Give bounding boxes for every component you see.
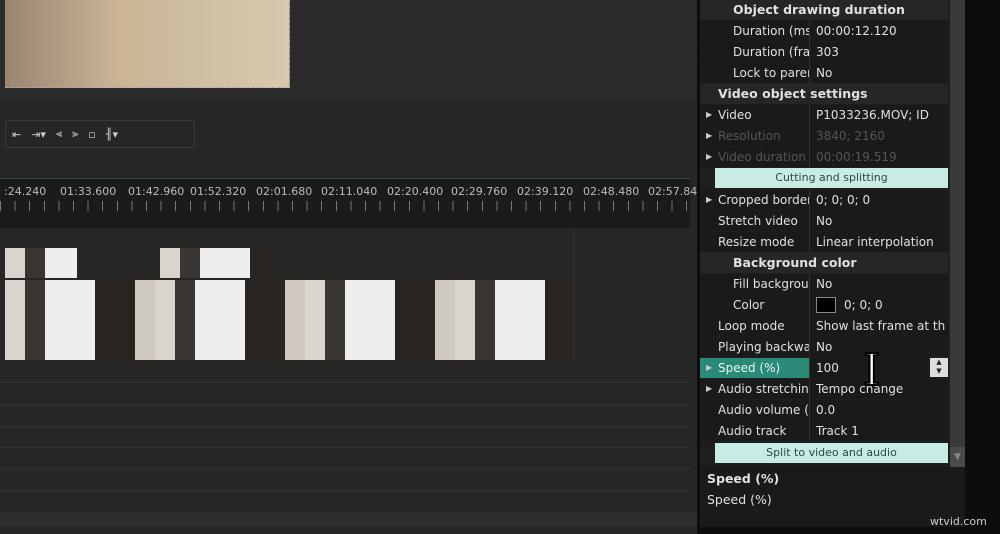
video-clip[interactable] <box>5 280 573 360</box>
cutting-splitting-button[interactable]: Cutting and splitting <box>715 168 948 188</box>
prop-video-duration: ▶ Video duration 00:00:19.519 <box>700 146 948 167</box>
timeline-area: ⇤ ⇥▾ ⫷ ⫸ ▫ ╢▾ :24.240 01:33.600 01:42.96… <box>0 0 697 534</box>
prop-video[interactable]: ▶ Video P1033236.MOV; ID <box>700 104 948 125</box>
horizontal-scrollbar[interactable] <box>0 512 697 526</box>
text-cursor-icon: I <box>862 344 881 397</box>
prop-lock-parent[interactable]: Lock to parent cNo <box>700 62 948 83</box>
property-help: Speed (%) Speed (%) <box>700 467 965 527</box>
prop-audio-track[interactable]: Audio track Track 1 <box>700 420 948 441</box>
clip[interactable] <box>5 248 77 278</box>
prop-audio-volume[interactable]: Audio volume (dB)0.0 <box>700 399 948 420</box>
color-swatch[interactable] <box>816 297 836 313</box>
prop-resize-mode[interactable]: Resize mode Linear interpolation <box>700 231 948 252</box>
panel-scrollbar[interactable]: ▼ <box>950 0 965 467</box>
tick-label: 02:39.120 <box>517 185 574 198</box>
prop-playing-backwards[interactable]: Playing backwardsNo <box>700 336 948 357</box>
prop-color[interactable]: Color 0; 0; 0 <box>700 294 948 315</box>
go-start-icon[interactable]: ⇤ <box>12 128 21 141</box>
section-object-drawing-duration[interactable]: Object drawing duration <box>700 0 948 20</box>
align-left-icon[interactable]: ⫷ <box>56 127 62 141</box>
watermark: wtvid.com <box>930 515 987 528</box>
split-video-audio-button[interactable]: Split to video and audio <box>715 443 948 463</box>
section-video-object-settings[interactable]: Video object settings <box>700 83 948 104</box>
prop-duration-frames[interactable]: Duration (frame303 <box>700 41 948 62</box>
distribute-icon[interactable]: ▫ <box>88 128 95 141</box>
tick-label: 02:29.760 <box>451 185 508 198</box>
properties-panel: Object drawing duration Duration (ms) 00:… <box>700 0 950 467</box>
tick-label: :24.240 <box>4 185 47 198</box>
go-end-icon[interactable]: ⇥▾ <box>31 128 46 141</box>
help-title: Speed (%) <box>707 471 780 486</box>
prop-loop-mode[interactable]: Loop mode Show last frame at th <box>700 315 948 336</box>
speed-spinner[interactable]: ▲ ▼ <box>930 358 948 377</box>
tick-label: 02:57.84 <box>648 185 698 198</box>
clip[interactable] <box>160 248 270 278</box>
prop-fill-background[interactable]: Fill backgroundNo <box>700 273 948 294</box>
prop-cropped-borders[interactable]: ▶ Cropped borders 0; 0; 0; 0 <box>700 189 948 210</box>
align-right-icon[interactable]: ⫸ <box>72 127 78 141</box>
prop-resolution: ▶ Resolution 3840; 2160 <box>700 125 948 146</box>
preview-area <box>0 0 697 100</box>
tick-label: 01:33.600 <box>60 185 117 198</box>
split-icon[interactable]: ╢▾ <box>106 128 118 141</box>
tick-label: 02:01.680 <box>256 185 313 198</box>
tick-label: 02:48.480 <box>583 185 640 198</box>
tick-label: 01:52.320 <box>190 185 247 198</box>
tick-label: 02:20.400 <box>387 185 444 198</box>
timeline-toolbar: ⇤ ⇥▾ ⫷ ⫸ ▫ ╢▾ <box>5 120 195 148</box>
prop-duration-ms[interactable]: Duration (ms) 00:00:12.120 <box>700 20 948 41</box>
tick-label: 01:42.960 <box>128 185 185 198</box>
prop-speed[interactable]: ▶ Speed (%) 100 ▲ ▼ <box>700 357 948 378</box>
prop-stretch-video[interactable]: Stretch video No <box>700 210 948 231</box>
section-background-color[interactable]: Background color <box>700 252 948 273</box>
help-text: Speed (%) <box>707 492 772 507</box>
ruler-ticks <box>0 201 690 211</box>
tick-label: 02:11.040 <box>321 185 378 198</box>
preview-frame[interactable] <box>5 0 290 88</box>
prop-audio-stretching[interactable]: ▶Audio stretching mTempo change <box>700 378 948 399</box>
timeline-ruler[interactable]: :24.240 01:33.600 01:42.960 01:52.320 02… <box>0 178 697 228</box>
